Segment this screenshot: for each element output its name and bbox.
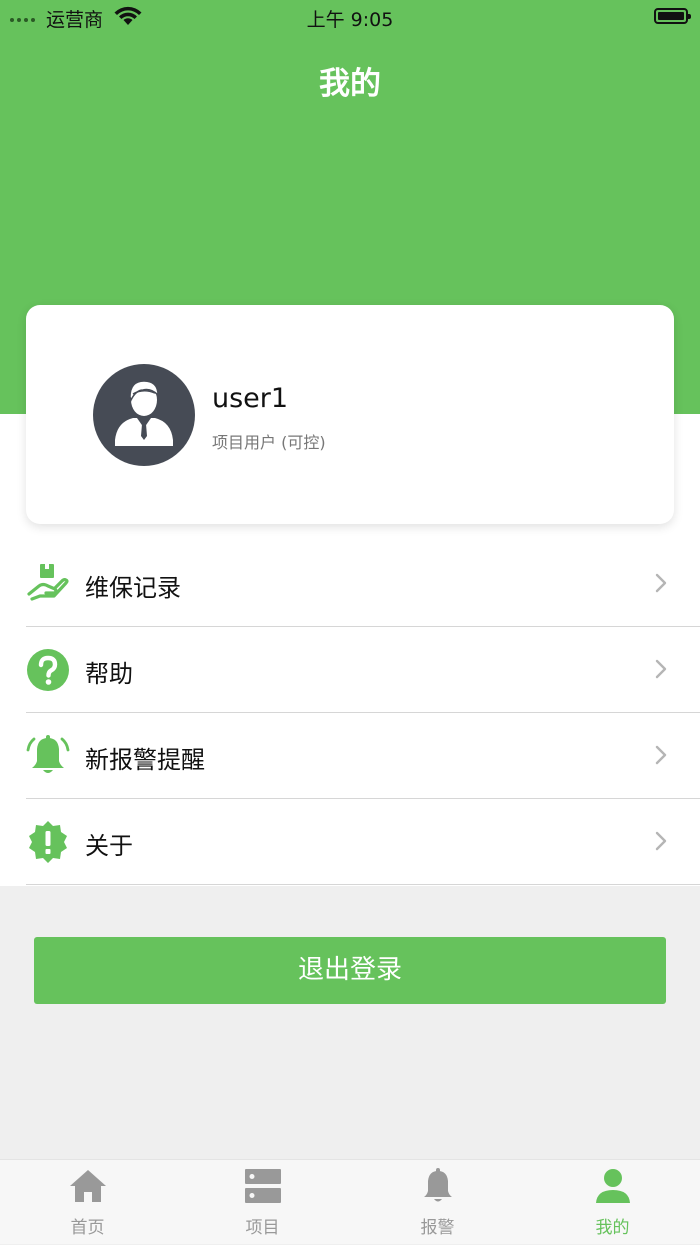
menu-item-help[interactable]: 帮助	[26, 627, 700, 713]
menu-item-new-alarm-reminder[interactable]: 新报警提醒	[26, 713, 700, 799]
menu-item-label: 帮助	[85, 660, 133, 688]
logout-button[interactable]: 退出登录	[34, 937, 666, 1004]
avatar[interactable]	[93, 364, 195, 466]
tab-label: 首页	[70, 1218, 105, 1238]
help-question-icon	[27, 649, 69, 691]
tab-mine[interactable]: 我的	[525, 1160, 700, 1245]
bell-icon	[424, 1168, 452, 1202]
alarm-bell-icon	[26, 735, 70, 773]
chevron-right-icon	[655, 573, 667, 593]
tab-label: 我的	[595, 1218, 630, 1238]
menu-item-label: 维保记录	[85, 574, 181, 602]
person-icon	[596, 1169, 630, 1203]
chevron-right-icon	[655, 659, 667, 679]
chevron-right-icon	[655, 745, 667, 765]
menu-item-label: 关于	[85, 832, 133, 860]
about-exclamation-icon	[29, 821, 67, 863]
battery-icon	[654, 8, 691, 24]
chevron-right-icon	[655, 831, 667, 851]
profile-card[interactable]: user1 项目用户 (可控)	[26, 305, 674, 524]
username: user1	[212, 383, 289, 414]
tab-label: 项目	[245, 1218, 280, 1238]
menu-item-maintenance-records[interactable]: 维保记录	[26, 541, 700, 627]
tab-home[interactable]: 首页	[0, 1160, 175, 1245]
user-role: 项目用户 (可控)	[212, 433, 326, 452]
page-title: 我的	[319, 66, 381, 102]
menu-item-about[interactable]: 关于	[26, 799, 700, 885]
home-icon	[70, 1170, 106, 1202]
user-avatar-icon	[115, 380, 173, 446]
tab-label: 报警	[420, 1218, 455, 1238]
tab-alarm[interactable]: 报警	[350, 1160, 525, 1245]
clock: 上午 9:05	[306, 9, 394, 31]
project-list-icon	[245, 1169, 281, 1203]
tab-bar: 首页 项目 报警 我的	[0, 1159, 700, 1244]
status-bar: 运营商 上午 9:05	[0, 0, 700, 34]
tab-project[interactable]: 项目	[175, 1160, 350, 1245]
menu-item-label: 新报警提醒	[85, 746, 205, 774]
maintenance-hand-icon	[27, 564, 69, 601]
